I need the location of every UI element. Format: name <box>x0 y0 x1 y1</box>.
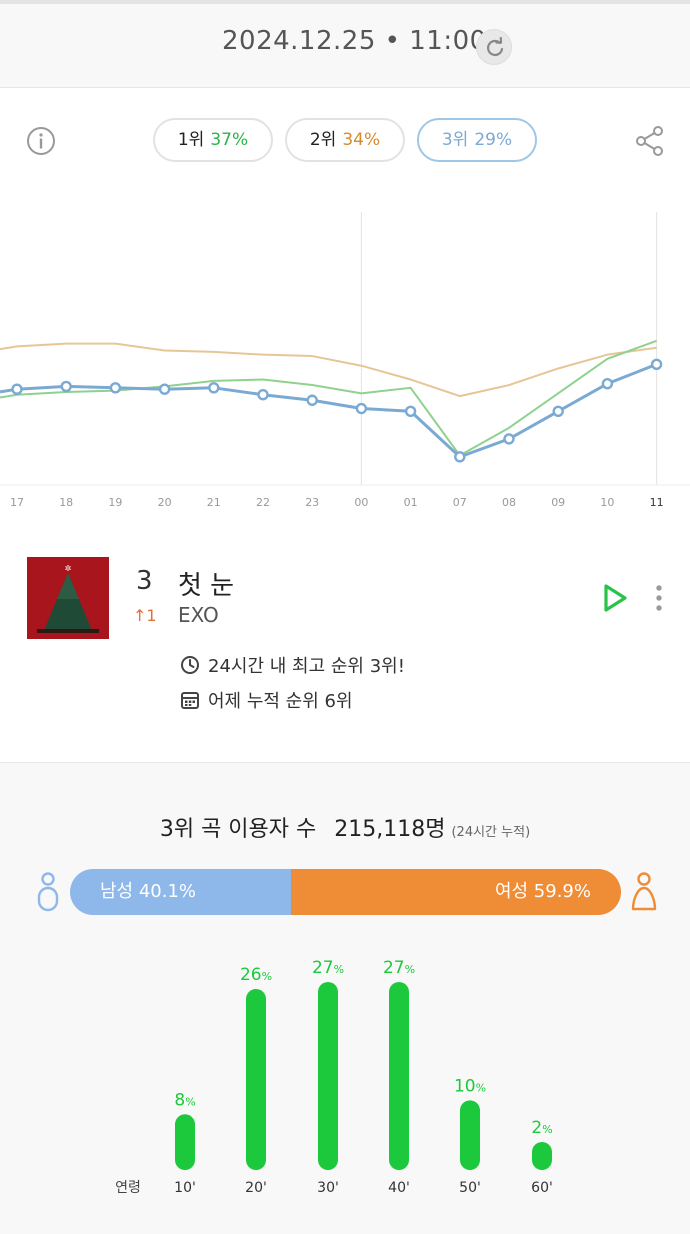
age-bar-40 <box>389 982 409 1170</box>
data-point[interactable] <box>208 382 220 394</box>
age-bar-10 <box>175 1114 195 1170</box>
age-bar-60 <box>532 1142 552 1170</box>
x-tick-label: 20 <box>158 496 172 509</box>
rank-toolbar: 1위 37% 2위 34% 3위 29% <box>0 118 690 164</box>
x-tick-label: 01 <box>404 496 418 509</box>
x-tick-label: 09 <box>551 496 565 509</box>
female-icon <box>630 871 658 913</box>
x-tick-label: 23 <box>305 496 319 509</box>
rank-1-pct: 37% <box>210 130 249 150</box>
age-bar-value: 27% <box>383 958 415 978</box>
age-bar-label: 20' <box>245 1180 267 1196</box>
age-bar-label: 50' <box>459 1180 481 1196</box>
x-tick-label: 17 <box>10 496 24 509</box>
age-bar-value: 2% <box>531 1118 552 1138</box>
song-rank: 3 <box>136 566 153 596</box>
more-options-icon[interactable] <box>650 582 668 614</box>
song-card: ✲ 3 ↑1 첫 눈 EXO 24시간 내 최고 순위 3위! 어제 누적 순위… <box>0 540 690 760</box>
yesterday-rank-stat: 어제 누적 순위 6위 <box>180 687 353 713</box>
x-tick-label: 00 <box>354 496 368 509</box>
gender-ratio-bar: 남성 40.1% 여성 59.9% <box>70 869 621 915</box>
rank-change: ↑1 <box>133 606 157 625</box>
age-axis-label: 연령 <box>115 1180 141 1196</box>
song-title[interactable]: 첫 눈 <box>178 565 234 602</box>
chart-datetime: 2024.12.25 • 11:00 <box>222 26 487 56</box>
header: 2024.12.25 • 11:00 <box>0 0 690 88</box>
age-bar-label: 60' <box>531 1180 553 1196</box>
x-tick-label: 07 <box>453 496 467 509</box>
hourly-rank-chart: 17 18 19 20 21 22 23 00 01 07 08 09 10 11 <box>0 200 690 520</box>
age-bar-20 <box>246 988 266 1170</box>
x-tick-label: 11 <box>650 496 664 509</box>
user-count-heading: 3위 곡 이용자 수 215,118명 (24시간 누적) <box>0 811 690 843</box>
age-distribution-chart: 연령 8% 10' 26% 20' 27% 30' 27% 40' 10% 50' 2% 60' <box>0 943 690 1203</box>
song-artist[interactable]: EXO <box>178 603 219 627</box>
x-tick-label: 21 <box>207 496 221 509</box>
data-point[interactable] <box>257 389 269 401</box>
best-rank-stat: 24시간 내 최고 순위 3위! <box>180 652 405 678</box>
age-bar-label: 10' <box>174 1180 196 1196</box>
x-tick-label: 10 <box>600 496 614 509</box>
female-ratio-segment: 여성 59.9% <box>290 869 621 915</box>
age-bar-value: 26% <box>240 965 272 985</box>
data-point[interactable] <box>552 405 564 417</box>
rank-2-label: 2위 <box>309 130 337 150</box>
data-point[interactable] <box>60 380 72 393</box>
clock-icon <box>180 655 200 675</box>
age-bar-label: 40' <box>388 1180 410 1196</box>
male-ratio-segment: 남성 40.1% <box>70 869 291 915</box>
user-count-title: 3위 곡 이용자 수 <box>159 817 317 842</box>
age-bar-30 <box>318 982 338 1170</box>
x-tick-label: 19 <box>108 496 122 509</box>
data-point[interactable] <box>503 433 515 445</box>
age-bar-label: 30' <box>317 1180 339 1196</box>
data-point[interactable] <box>404 405 417 417</box>
age-bar-50 <box>460 1100 480 1170</box>
data-point[interactable] <box>650 358 663 371</box>
album-cover[interactable]: ✲ <box>27 557 109 639</box>
user-count-note: (24시간 누적) <box>451 825 531 840</box>
rank-2-pct: 34% <box>342 130 381 150</box>
x-tick-label: 18 <box>59 496 73 509</box>
age-bar-value: 8% <box>174 1090 195 1110</box>
age-bar-value: 10% <box>454 1076 486 1096</box>
rank-3-pill[interactable]: 3위 29% <box>417 118 537 162</box>
user-count-value: 215,118명 <box>334 817 446 842</box>
svg-text:✲: ✲ <box>65 564 72 573</box>
x-tick-label: 22 <box>256 496 270 509</box>
data-point[interactable] <box>601 377 614 390</box>
yesterday-rank-text: 어제 누적 순위 6위 <box>208 691 353 712</box>
rank-2-pill[interactable]: 2위 34% <box>285 118 405 162</box>
age-chart-svg: 연령 8% 10' 26% 20' 27% 30' 27% 40' 10% 50' 2% 60' <box>115 958 553 1196</box>
rank-3-label: 3위 <box>441 130 469 150</box>
play-icon[interactable] <box>600 582 630 614</box>
male-icon <box>36 871 60 913</box>
data-point[interactable] <box>11 383 23 395</box>
series-line-2 <box>0 339 657 457</box>
refresh-icon[interactable] <box>476 29 512 65</box>
rank-1-label: 1위 <box>177 130 205 150</box>
line-chart-svg: 17 18 19 20 21 22 23 00 01 07 08 09 10 11 <box>0 212 690 509</box>
data-point[interactable] <box>109 382 122 394</box>
rank-3-pct: 29% <box>474 130 513 150</box>
best-rank-text: 24시간 내 최고 순위 3위! <box>208 656 405 677</box>
data-point[interactable] <box>454 451 466 463</box>
age-bar-value: 27% <box>312 958 344 978</box>
data-point[interactable] <box>158 383 171 395</box>
calendar-icon <box>180 690 200 710</box>
user-stats-section: 3위 곡 이용자 수 215,118명 (24시간 누적) 남성 40.1% 여성 … <box>0 762 690 1234</box>
data-point[interactable] <box>355 402 368 415</box>
x-tick-label: 08 <box>502 496 516 509</box>
data-point[interactable] <box>306 394 318 406</box>
rank-1-pill[interactable]: 1위 37% <box>153 118 273 162</box>
info-icon[interactable] <box>26 126 56 156</box>
share-icon[interactable] <box>634 124 666 158</box>
